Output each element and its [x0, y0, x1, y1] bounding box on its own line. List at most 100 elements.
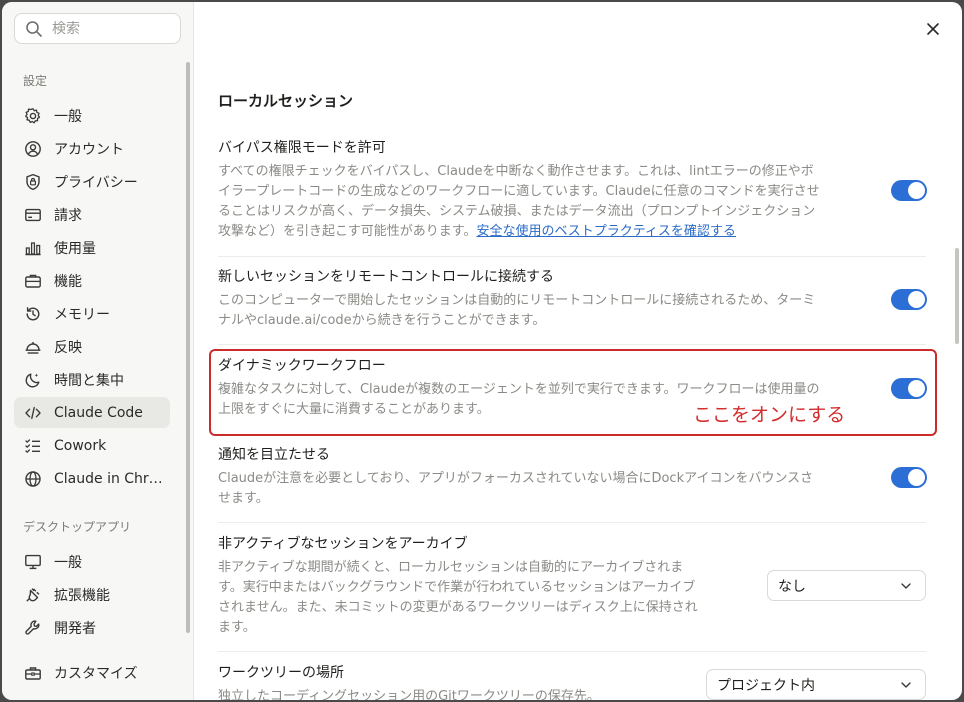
search-input[interactable]: [52, 20, 162, 37]
globe-icon: [24, 470, 42, 488]
settings-window: 設定 一般 アカウント プライバシー 請求 使用量 機能 メモリー: [2, 2, 962, 700]
description-line: 独立したコーディングセッション用のGitワークツリーの保存先。: [218, 689, 600, 700]
sidebar-item-general[interactable]: 一般: [14, 100, 170, 131]
sidebar: 設定 一般 アカウント プライバシー 請求 使用量 機能 メモリー: [2, 2, 194, 700]
shield-lock-icon: [24, 173, 42, 191]
sidebar-item-label: 機能: [54, 273, 82, 290]
sidebar-item-label: 使用量: [54, 240, 96, 257]
sidebar-item-label: 時間と集中: [54, 372, 124, 389]
setting-description: 独立したコーディングセッション用のGitワークツリーの保存先。: [218, 687, 748, 700]
setting-prominent-notifications: 通知を目立たせる Claudeが注意を必要としており、アプリがフォーカスされてい…: [218, 445, 926, 509]
sidebar-item-billing[interactable]: 請求: [14, 199, 170, 230]
close-button[interactable]: [924, 20, 942, 38]
sidebar-item-label: 反映: [54, 339, 82, 356]
toolbox-icon: [24, 664, 42, 682]
setting-remote-control: 新しいセッションをリモートコントロールに接続する このコンピューターで開始したセ…: [218, 267, 926, 331]
sidebar-item-features[interactable]: 機能: [14, 265, 170, 296]
main-scrollbar[interactable]: [955, 248, 959, 344]
bar-chart-icon: [24, 239, 42, 257]
sidebar-item-claude-in-chrome[interactable]: Claude in Chr…: [14, 463, 170, 494]
sidebar-item-label: プライバシー: [54, 174, 138, 191]
page-title: ローカルセッション: [218, 92, 354, 110]
divider: [218, 651, 926, 652]
setting-title: 非アクティブなセッションをアーカイブ: [218, 536, 468, 552]
sidebar-item-cowork[interactable]: Cowork: [14, 430, 170, 461]
sidebar-item-label: Claude in Chr…: [54, 470, 163, 487]
chevron-down-icon: [901, 582, 911, 589]
sidebar-item-account[interactable]: アカウント: [14, 133, 170, 164]
briefcase-icon: [24, 272, 42, 290]
annotation-text: ここをオンにする: [693, 404, 846, 426]
sidebar-item-desktop-general[interactable]: 一般: [14, 546, 170, 577]
user-circle-icon: [24, 140, 42, 158]
description-line: Claudeが注意を必要としており、アプリがフォーカスされていない場合にDock…: [218, 471, 814, 486]
gear-icon: [24, 107, 42, 125]
monitor-icon: [24, 553, 42, 571]
setting-title: バイパス権限モードを許可: [218, 140, 386, 156]
section-label-settings: 設定: [23, 74, 48, 88]
sidebar-item-customize[interactable]: カスタマイズ: [14, 657, 170, 688]
sidebar-item-label: Cowork: [54, 437, 107, 454]
select-value: なし: [778, 578, 806, 595]
setting-description: このコンピューターで開始したセッションは自動的にリモートコントロールに接続される…: [218, 291, 866, 331]
select-value: プロジェクト内: [717, 677, 815, 694]
sidebar-item-label: メモリー: [54, 306, 110, 323]
close-icon: [927, 23, 939, 35]
description-line: このコンピューターで開始したセッションは自動的にリモートコントロールに接続される…: [218, 293, 816, 308]
sidebar-item-memory[interactable]: メモリー: [14, 298, 170, 329]
bypass-permissions-toggle[interactable]: [891, 180, 927, 201]
sidebar-item-usage[interactable]: 使用量: [14, 232, 170, 263]
description-line: すべての権限チェックをバイパスし、Claudeを中断なく動作させます。これは、l…: [218, 164, 814, 179]
sidebar-item-label: 拡張機能: [54, 587, 110, 604]
divider: [218, 256, 926, 257]
moon-icon: [24, 371, 42, 389]
sidebar-item-privacy[interactable]: プライバシー: [14, 166, 170, 197]
setting-description: Claudeが注意を必要としており、アプリがフォーカスされていない場合にDock…: [218, 469, 866, 509]
worktree-location-select[interactable]: プロジェクト内: [706, 669, 926, 700]
sidebar-item-extensions[interactable]: 拡張機能: [14, 579, 170, 610]
checklist-icon: [24, 437, 42, 455]
description-line: せます。: [218, 491, 269, 506]
setting-description: 非アクティブな期間が続くと、ローカルセッションは自動的にアーカイブされま す。実…: [218, 558, 748, 638]
sidebar-item-label: Claude Code: [54, 404, 143, 421]
best-practices-link[interactable]: 安全な使用のベストプラクティスを確認する: [476, 224, 735, 239]
chevron-down-icon: [901, 681, 911, 688]
archive-select[interactable]: なし: [767, 570, 926, 601]
sidebar-item-time-focus[interactable]: 時間と集中: [14, 364, 170, 395]
remote-control-toggle[interactable]: [891, 289, 927, 310]
sidebar-item-developer[interactable]: 開発者: [14, 612, 170, 643]
sidebar-item-label: 一般: [54, 108, 82, 125]
code-icon: [24, 404, 42, 422]
setting-bypass-permissions: バイパス権限モードを許可 すべての権限チェックをバイパスし、Claudeを中断な…: [218, 138, 926, 242]
search-box[interactable]: [14, 13, 181, 44]
divider: [218, 522, 926, 523]
sidebar-item-label: 開発者: [54, 620, 96, 637]
setting-title: 通知を目立たせる: [218, 447, 330, 463]
description-text: 攻撃など）を引き起こす可能性があります。: [218, 224, 477, 239]
divider: [218, 344, 926, 345]
description-line: す。実行中またはバックグラウンドで作業が行われているセッションはアーカイブ: [218, 580, 696, 595]
description-line: されません。また、未コミットの変更があるワークツリーはディスク上に保持され: [218, 600, 698, 615]
sidebar-item-label: カスタマイズ: [54, 665, 138, 682]
sidebar-item-reflection[interactable]: 反映: [14, 331, 170, 362]
sidebar-item-claude-code[interactable]: Claude Code: [14, 397, 170, 428]
description-line: イラープレートコードの生成などのワークフローに適しています。Claudeに任意の…: [218, 184, 820, 199]
plug-icon: [24, 586, 42, 604]
sidebar-item-label: 一般: [54, 554, 82, 571]
section-label-desktop: デスクトップアプリ: [23, 520, 132, 534]
description-line: ナルやclaude.ai/codeから続きを行うことができます。: [218, 313, 546, 328]
sidebar-item-label: アカウント: [54, 141, 124, 158]
notifications-toggle[interactable]: [891, 467, 927, 488]
dome-icon: [24, 338, 42, 356]
history-icon: [24, 305, 42, 323]
setting-title: 新しいセッションをリモートコントロールに接続する: [218, 269, 554, 285]
description-line: 攻撃など）を引き起こす可能性があります。安全な使用のベストプラクティスを確認する: [218, 222, 866, 242]
setting-description: すべての権限チェックをバイパスし、Claudeを中断なく動作させます。これは、l…: [218, 162, 866, 242]
wrench-icon: [24, 619, 42, 637]
description-line: 非アクティブな期間が続くと、ローカルセッションは自動的にアーカイブされま: [218, 560, 684, 575]
sidebar-scrollbar[interactable]: [186, 62, 190, 633]
search-icon: [25, 20, 43, 38]
description-line: ます。: [218, 620, 256, 635]
credit-card-icon: [24, 206, 42, 224]
description-line: ることはリスクが高く、データ損失、システム破損、またはデータ流出（プロンプトイン…: [218, 204, 816, 219]
